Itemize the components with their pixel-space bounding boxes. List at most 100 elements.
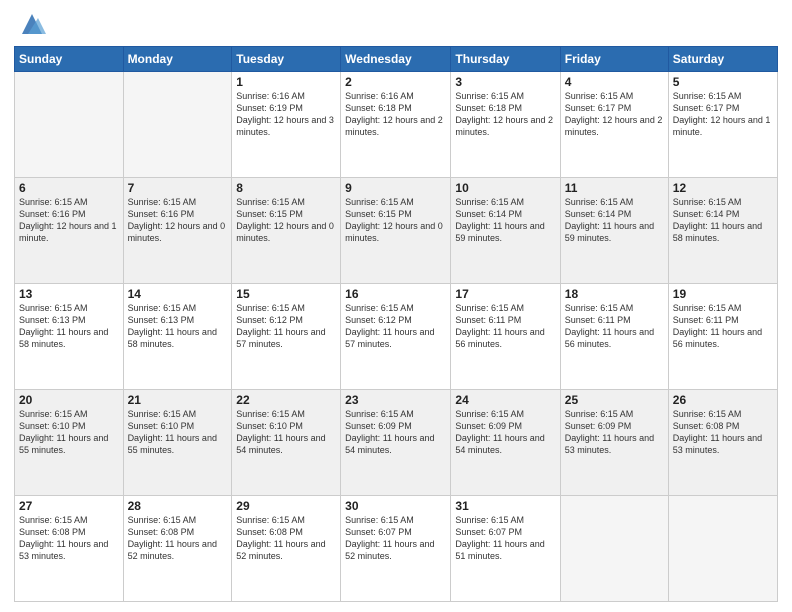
day-number: 13	[19, 287, 119, 301]
calendar-week-row: 13Sunrise: 6:15 AMSunset: 6:13 PMDayligh…	[15, 284, 778, 390]
day-info: Sunrise: 6:15 AMSunset: 6:17 PMDaylight:…	[673, 90, 773, 139]
day-info: Sunrise: 6:16 AMSunset: 6:19 PMDaylight:…	[236, 90, 336, 139]
day-number: 11	[565, 181, 664, 195]
day-number: 17	[455, 287, 555, 301]
logo-icon	[18, 10, 46, 38]
day-number: 20	[19, 393, 119, 407]
day-info: Sunrise: 6:15 AMSunset: 6:15 PMDaylight:…	[236, 196, 336, 245]
calendar-day-cell: 19Sunrise: 6:15 AMSunset: 6:11 PMDayligh…	[668, 284, 777, 390]
calendar-day-cell	[560, 496, 668, 602]
day-info: Sunrise: 6:15 AMSunset: 6:07 PMDaylight:…	[345, 514, 446, 563]
day-info: Sunrise: 6:15 AMSunset: 6:09 PMDaylight:…	[455, 408, 555, 457]
day-info: Sunrise: 6:16 AMSunset: 6:18 PMDaylight:…	[345, 90, 446, 139]
calendar-day-cell	[15, 72, 124, 178]
day-of-week-header: Monday	[123, 47, 232, 72]
day-number: 30	[345, 499, 446, 513]
day-number: 4	[565, 75, 664, 89]
day-info: Sunrise: 6:15 AMSunset: 6:08 PMDaylight:…	[128, 514, 228, 563]
day-info: Sunrise: 6:15 AMSunset: 6:09 PMDaylight:…	[565, 408, 664, 457]
day-info: Sunrise: 6:15 AMSunset: 6:12 PMDaylight:…	[236, 302, 336, 351]
calendar-day-cell: 10Sunrise: 6:15 AMSunset: 6:14 PMDayligh…	[451, 178, 560, 284]
day-number: 21	[128, 393, 228, 407]
day-number: 23	[345, 393, 446, 407]
day-number: 26	[673, 393, 773, 407]
calendar-day-cell: 26Sunrise: 6:15 AMSunset: 6:08 PMDayligh…	[668, 390, 777, 496]
day-info: Sunrise: 6:15 AMSunset: 6:16 PMDaylight:…	[19, 196, 119, 245]
day-info: Sunrise: 6:15 AMSunset: 6:11 PMDaylight:…	[565, 302, 664, 351]
day-number: 10	[455, 181, 555, 195]
day-number: 24	[455, 393, 555, 407]
day-of-week-header: Sunday	[15, 47, 124, 72]
calendar-day-cell: 17Sunrise: 6:15 AMSunset: 6:11 PMDayligh…	[451, 284, 560, 390]
day-info: Sunrise: 6:15 AMSunset: 6:10 PMDaylight:…	[128, 408, 228, 457]
day-number: 27	[19, 499, 119, 513]
calendar-day-cell: 15Sunrise: 6:15 AMSunset: 6:12 PMDayligh…	[232, 284, 341, 390]
calendar-day-cell	[123, 72, 232, 178]
calendar-week-row: 1Sunrise: 6:16 AMSunset: 6:19 PMDaylight…	[15, 72, 778, 178]
day-info: Sunrise: 6:15 AMSunset: 6:11 PMDaylight:…	[673, 302, 773, 351]
day-info: Sunrise: 6:15 AMSunset: 6:07 PMDaylight:…	[455, 514, 555, 563]
day-of-week-header: Tuesday	[232, 47, 341, 72]
calendar-day-cell: 20Sunrise: 6:15 AMSunset: 6:10 PMDayligh…	[15, 390, 124, 496]
calendar-day-cell: 8Sunrise: 6:15 AMSunset: 6:15 PMDaylight…	[232, 178, 341, 284]
day-info: Sunrise: 6:15 AMSunset: 6:12 PMDaylight:…	[345, 302, 446, 351]
day-info: Sunrise: 6:15 AMSunset: 6:10 PMDaylight:…	[19, 408, 119, 457]
day-info: Sunrise: 6:15 AMSunset: 6:18 PMDaylight:…	[455, 90, 555, 139]
day-number: 14	[128, 287, 228, 301]
calendar-day-cell: 30Sunrise: 6:15 AMSunset: 6:07 PMDayligh…	[341, 496, 451, 602]
day-number: 31	[455, 499, 555, 513]
day-number: 6	[19, 181, 119, 195]
day-info: Sunrise: 6:15 AMSunset: 6:08 PMDaylight:…	[19, 514, 119, 563]
calendar-day-cell: 21Sunrise: 6:15 AMSunset: 6:10 PMDayligh…	[123, 390, 232, 496]
day-number: 16	[345, 287, 446, 301]
calendar-week-row: 20Sunrise: 6:15 AMSunset: 6:10 PMDayligh…	[15, 390, 778, 496]
day-number: 9	[345, 181, 446, 195]
calendar-day-cell: 12Sunrise: 6:15 AMSunset: 6:14 PMDayligh…	[668, 178, 777, 284]
calendar-day-cell: 18Sunrise: 6:15 AMSunset: 6:11 PMDayligh…	[560, 284, 668, 390]
calendar-table: SundayMondayTuesdayWednesdayThursdayFrid…	[14, 46, 778, 602]
day-number: 25	[565, 393, 664, 407]
calendar-day-cell: 3Sunrise: 6:15 AMSunset: 6:18 PMDaylight…	[451, 72, 560, 178]
header	[14, 10, 778, 38]
calendar-day-cell: 16Sunrise: 6:15 AMSunset: 6:12 PMDayligh…	[341, 284, 451, 390]
calendar-day-cell: 25Sunrise: 6:15 AMSunset: 6:09 PMDayligh…	[560, 390, 668, 496]
day-info: Sunrise: 6:15 AMSunset: 6:08 PMDaylight:…	[236, 514, 336, 563]
day-info: Sunrise: 6:15 AMSunset: 6:17 PMDaylight:…	[565, 90, 664, 139]
day-number: 3	[455, 75, 555, 89]
day-number: 1	[236, 75, 336, 89]
day-number: 2	[345, 75, 446, 89]
day-info: Sunrise: 6:15 AMSunset: 6:14 PMDaylight:…	[565, 196, 664, 245]
calendar-day-cell: 14Sunrise: 6:15 AMSunset: 6:13 PMDayligh…	[123, 284, 232, 390]
day-number: 29	[236, 499, 336, 513]
day-info: Sunrise: 6:15 AMSunset: 6:15 PMDaylight:…	[345, 196, 446, 245]
calendar-day-cell: 9Sunrise: 6:15 AMSunset: 6:15 PMDaylight…	[341, 178, 451, 284]
day-of-week-header: Friday	[560, 47, 668, 72]
day-number: 5	[673, 75, 773, 89]
calendar-day-cell: 13Sunrise: 6:15 AMSunset: 6:13 PMDayligh…	[15, 284, 124, 390]
calendar-day-cell	[668, 496, 777, 602]
day-of-week-header: Wednesday	[341, 47, 451, 72]
calendar-day-cell: 2Sunrise: 6:16 AMSunset: 6:18 PMDaylight…	[341, 72, 451, 178]
day-number: 12	[673, 181, 773, 195]
calendar-day-cell: 11Sunrise: 6:15 AMSunset: 6:14 PMDayligh…	[560, 178, 668, 284]
calendar-day-cell: 4Sunrise: 6:15 AMSunset: 6:17 PMDaylight…	[560, 72, 668, 178]
calendar-day-cell: 6Sunrise: 6:15 AMSunset: 6:16 PMDaylight…	[15, 178, 124, 284]
calendar-header-row: SundayMondayTuesdayWednesdayThursdayFrid…	[15, 47, 778, 72]
calendar-day-cell: 31Sunrise: 6:15 AMSunset: 6:07 PMDayligh…	[451, 496, 560, 602]
day-info: Sunrise: 6:15 AMSunset: 6:13 PMDaylight:…	[128, 302, 228, 351]
calendar-day-cell: 1Sunrise: 6:16 AMSunset: 6:19 PMDaylight…	[232, 72, 341, 178]
day-of-week-header: Thursday	[451, 47, 560, 72]
day-info: Sunrise: 6:15 AMSunset: 6:10 PMDaylight:…	[236, 408, 336, 457]
day-info: Sunrise: 6:15 AMSunset: 6:14 PMDaylight:…	[673, 196, 773, 245]
calendar-day-cell: 23Sunrise: 6:15 AMSunset: 6:09 PMDayligh…	[341, 390, 451, 496]
day-number: 18	[565, 287, 664, 301]
day-number: 8	[236, 181, 336, 195]
calendar-day-cell: 22Sunrise: 6:15 AMSunset: 6:10 PMDayligh…	[232, 390, 341, 496]
calendar-day-cell: 7Sunrise: 6:15 AMSunset: 6:16 PMDaylight…	[123, 178, 232, 284]
day-info: Sunrise: 6:15 AMSunset: 6:13 PMDaylight:…	[19, 302, 119, 351]
calendar-day-cell: 27Sunrise: 6:15 AMSunset: 6:08 PMDayligh…	[15, 496, 124, 602]
calendar-week-row: 6Sunrise: 6:15 AMSunset: 6:16 PMDaylight…	[15, 178, 778, 284]
day-info: Sunrise: 6:15 AMSunset: 6:11 PMDaylight:…	[455, 302, 555, 351]
day-info: Sunrise: 6:15 AMSunset: 6:08 PMDaylight:…	[673, 408, 773, 457]
day-number: 28	[128, 499, 228, 513]
